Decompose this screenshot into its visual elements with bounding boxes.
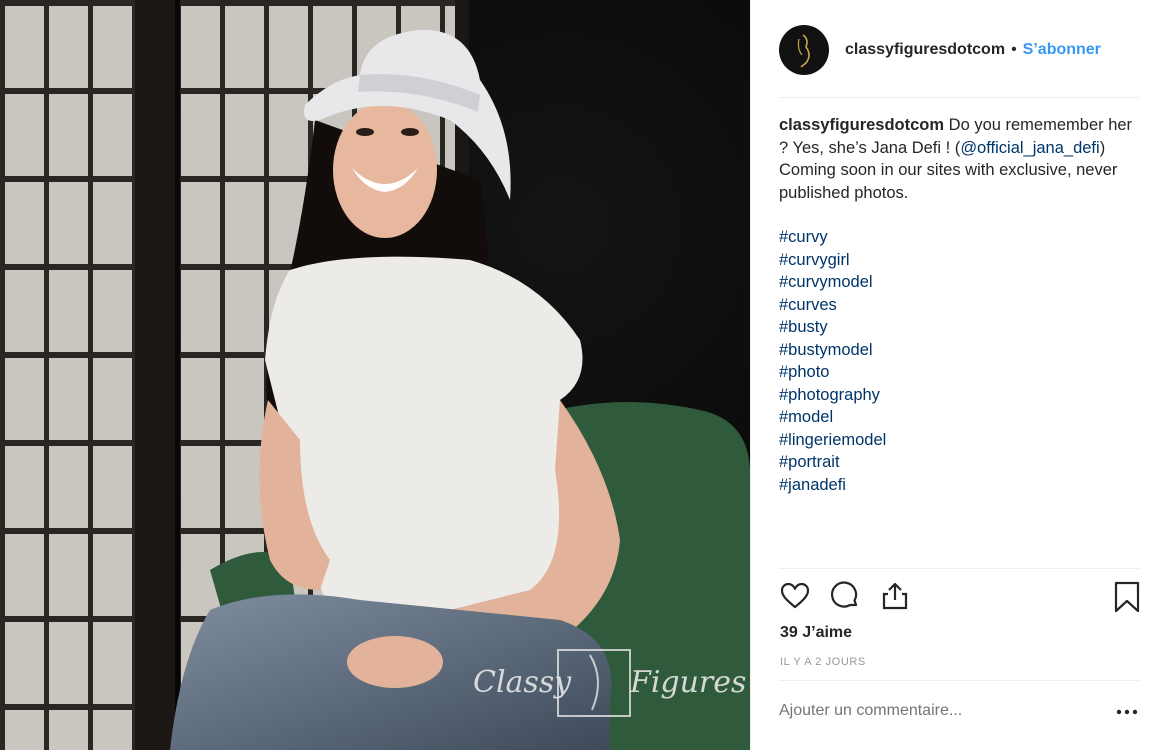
post-photo[interactable]: Classy Figures — [0, 0, 750, 750]
avatar-figure-icon — [797, 34, 810, 68]
more-options-icon[interactable] — [1115, 704, 1139, 720]
follow-button[interactable]: S’abonner — [1023, 41, 1101, 59]
likes-count[interactable]: 39 J’aime — [780, 624, 852, 642]
hashtag-link[interactable]: #photo — [779, 361, 1141, 384]
divider — [779, 680, 1140, 681]
comment-input[interactable] — [779, 702, 1099, 720]
divider — [779, 97, 1140, 98]
post-timestamp[interactable]: Il y a 2 jours — [780, 656, 866, 668]
mention-link[interactable]: @official_jana_defi — [960, 139, 1099, 157]
hashtag-list: #curvy #curvygirl #curvymodel #curves #b… — [779, 226, 1141, 496]
hashtag-link[interactable]: #curvymodel — [779, 271, 1141, 294]
hashtag-link[interactable]: #model — [779, 406, 1141, 429]
avatar[interactable] — [779, 25, 829, 75]
hashtag-link[interactable]: #curvygirl — [779, 249, 1141, 272]
hashtag-link[interactable]: #photography — [779, 384, 1141, 407]
portrait-photo: Classy Figures — [0, 0, 750, 750]
bookmark-icon[interactable] — [1111, 580, 1145, 614]
username-link[interactable]: classyfiguresdotcom — [845, 41, 1005, 59]
caption: classyfiguresdotcom Do you rememember he… — [779, 114, 1141, 496]
watermark-right: Figures — [629, 665, 746, 700]
comment-bubble-icon[interactable] — [829, 580, 863, 614]
share-icon[interactable] — [879, 580, 913, 614]
post-side-panel: classyfiguresdotcom • S’abonner classyfi… — [750, 0, 1168, 750]
divider — [779, 568, 1140, 569]
post-header: classyfiguresdotcom • S’abonner — [779, 24, 1139, 76]
hashtag-link[interactable]: #curves — [779, 294, 1141, 317]
separator-dot: • — [1011, 41, 1017, 58]
hashtag-link[interactable]: #janadefi — [779, 474, 1141, 497]
action-bar — [779, 580, 1141, 614]
hashtag-link[interactable]: #portrait — [779, 451, 1141, 474]
heart-icon[interactable] — [779, 580, 813, 614]
hashtag-link[interactable]: #lingeriemodel — [779, 429, 1141, 452]
instagram-post: Classy Figures classyfiguresdotcom • S’a… — [0, 0, 1168, 750]
caption-username-link[interactable]: classyfiguresdotcom — [779, 116, 944, 134]
hashtag-link[interactable]: #curvy — [779, 226, 1141, 249]
hashtag-link[interactable]: #busty — [779, 316, 1141, 339]
hashtag-link[interactable]: #bustymodel — [779, 339, 1141, 362]
